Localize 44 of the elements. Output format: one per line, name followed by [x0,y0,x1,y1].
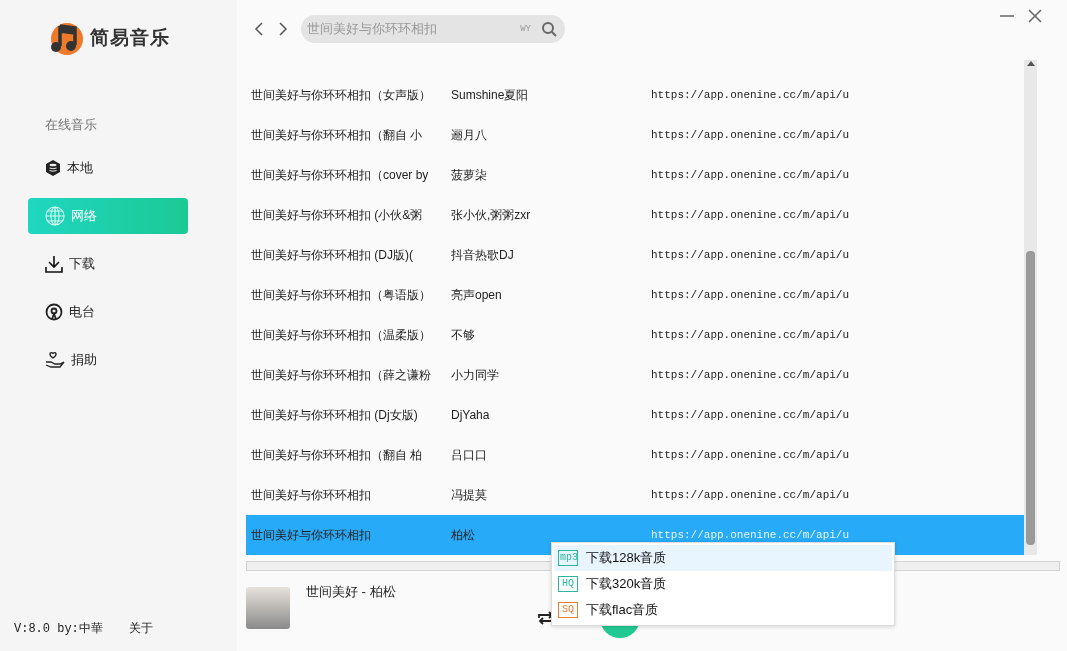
song-title: 世间美好与你环环相扣（翻自 小 [250,126,424,144]
song-title: 世间美好与你环环相扣 (DJ版)( [250,246,414,264]
song-url: https://app.onenine.cc/m/api/u [651,449,850,461]
song-title: 世间美好与你环环相扣（温柔版） [250,326,432,344]
song-url: https://app.onenine.cc/m/api/u [651,329,850,341]
now-playing-text: 世间美好 - 柏松 [306,583,397,601]
source-label: WY [520,24,531,34]
section-heading: 在线音乐 [45,116,97,134]
song-title: 世间美好与你环环相扣 [250,486,372,504]
song-url: https://app.onenine.cc/m/api/u [651,529,850,541]
song-url: https://app.onenine.cc/m/api/u [651,249,850,261]
version-text: V:8.0 by:中華 [14,621,103,637]
song-url: https://app.onenine.cc/m/api/u [651,289,850,301]
artist-name: 菠萝柒 [451,166,488,184]
song-url: https://app.onenine.cc/m/api/u [651,489,850,501]
song-url: https://app.onenine.cc/m/api/u [651,369,850,381]
artist-name: 抖音热歌DJ [451,246,515,264]
artist-name: 吕口口 [451,446,488,464]
artist-name: 不够 [451,326,476,344]
artist-name: 逦月八 [451,126,488,144]
artist-name: 张小伙,粥粥zxr [451,206,532,224]
song-title: 世间美好与你环环相扣 (小伙&粥 [250,206,424,224]
quality-badge: HQ [558,576,578,592]
song-title: 世间美好与你环环相扣（cover by [250,166,430,184]
artist-name: DjYaha [451,408,491,422]
artist-name: 小力同学 [451,366,500,384]
song-title: 世间美好与你环环相扣（薛之谦粉 [250,366,432,384]
song-title: 世间美好与你环环相扣（粤语版） [250,286,432,304]
song-url: https://app.onenine.cc/m/api/u [651,209,850,221]
artist-name: 柏松 [451,526,476,544]
song-title: 世间美好与你环环相扣（女声版） [250,86,432,104]
song-title: 世间美好与你环环相扣（翻自 柏 [250,446,424,464]
artist-name: Sumshine夏阳 [451,86,530,104]
song-url: https://app.onenine.cc/m/api/u [651,169,850,181]
quality-badge: mp3 [558,550,578,566]
song-title: 世间美好与你环环相扣 [250,526,372,544]
artist-name: 冯提莫 [451,486,488,504]
song-url: https://app.onenine.cc/m/api/u [651,129,850,141]
song-title: 世间美好与你环环相扣 (Dj女版) [250,406,419,424]
app-title: 简易音乐 [90,26,170,50]
artist-name: 亮声open [451,286,503,304]
song-url: https://app.onenine.cc/m/api/u [651,89,850,101]
song-url: https://app.onenine.cc/m/api/u [651,409,850,421]
quality-badge: SQ [558,602,578,618]
